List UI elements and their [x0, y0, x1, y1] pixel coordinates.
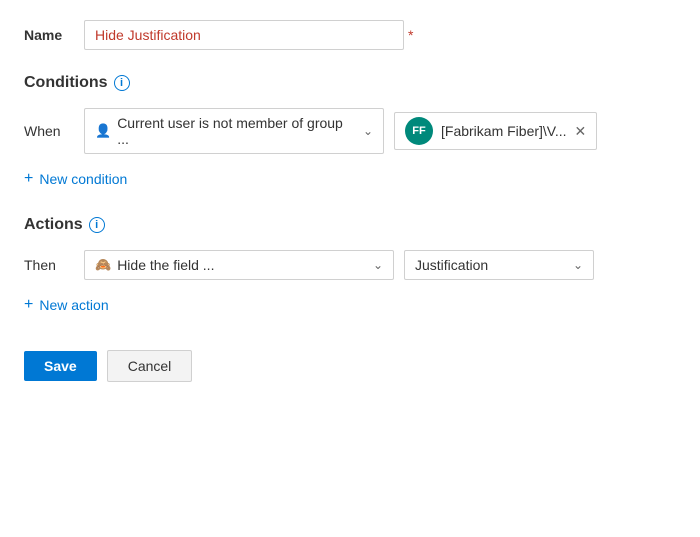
- action-dropdown[interactable]: 🙈 Hide the field ... ⌄: [84, 250, 394, 280]
- avatar: FF: [405, 117, 433, 145]
- condition-dropdown[interactable]: 👤 Current user is not member of group ..…: [84, 108, 384, 154]
- group-tag-remove-button[interactable]: ✕: [575, 123, 587, 140]
- actions-info-icon[interactable]: i: [89, 217, 105, 233]
- condition-chevron-icon: ⌄: [363, 124, 373, 138]
- action-dropdown-text: 🙈 Hide the field ...: [95, 257, 214, 273]
- field-dropdown-text: Justification: [415, 257, 488, 273]
- actions-title: Actions: [24, 216, 83, 234]
- when-label: When: [24, 123, 74, 139]
- new-condition-label: New condition: [39, 171, 127, 187]
- name-label: Name: [24, 27, 84, 43]
- save-cancel-row: Save Cancel: [24, 350, 676, 382]
- name-row: Name *: [24, 20, 676, 50]
- condition-text: Current user is not member of group ...: [117, 115, 357, 147]
- action-text: Hide the field ...: [117, 257, 214, 273]
- actions-section: Actions i Then 🙈 Hide the field ... ⌄ Ju…: [24, 216, 676, 318]
- field-chevron-icon: ⌄: [573, 258, 583, 272]
- group-name: [Fabrikam Fiber]\V...: [441, 123, 567, 139]
- action-row: Then 🙈 Hide the field ... ⌄ Justificatio…: [24, 250, 676, 280]
- actions-header: Actions i: [24, 216, 676, 234]
- new-condition-button[interactable]: + New condition: [24, 166, 127, 192]
- avatar-initials: FF: [412, 125, 425, 137]
- condition-dropdown-text: 👤 Current user is not member of group ..…: [95, 115, 357, 147]
- new-action-label: New action: [39, 297, 108, 313]
- conditions-section: Conditions i When 👤 Current user is not …: [24, 74, 676, 192]
- plus-icon: +: [24, 170, 33, 188]
- plus-icon-action: +: [24, 296, 33, 314]
- hide-icon: 🙈: [95, 257, 111, 273]
- conditions-header: Conditions i: [24, 74, 676, 92]
- action-chevron-icon: ⌄: [373, 258, 383, 272]
- name-input-wrapper: *: [84, 20, 413, 50]
- condition-row: When 👤 Current user is not member of gro…: [24, 108, 676, 154]
- required-star: *: [408, 27, 413, 43]
- new-action-button[interactable]: + New action: [24, 292, 109, 318]
- conditions-title: Conditions: [24, 74, 108, 92]
- field-dropdown[interactable]: Justification ⌄: [404, 250, 594, 280]
- field-text: Justification: [415, 257, 488, 273]
- name-input[interactable]: [84, 20, 404, 50]
- conditions-info-icon[interactable]: i: [114, 75, 130, 91]
- user-icon: 👤: [95, 123, 111, 139]
- then-label: Then: [24, 257, 74, 273]
- cancel-button[interactable]: Cancel: [107, 350, 193, 382]
- save-button[interactable]: Save: [24, 351, 97, 381]
- group-tag: FF [Fabrikam Fiber]\V... ✕: [394, 112, 597, 150]
